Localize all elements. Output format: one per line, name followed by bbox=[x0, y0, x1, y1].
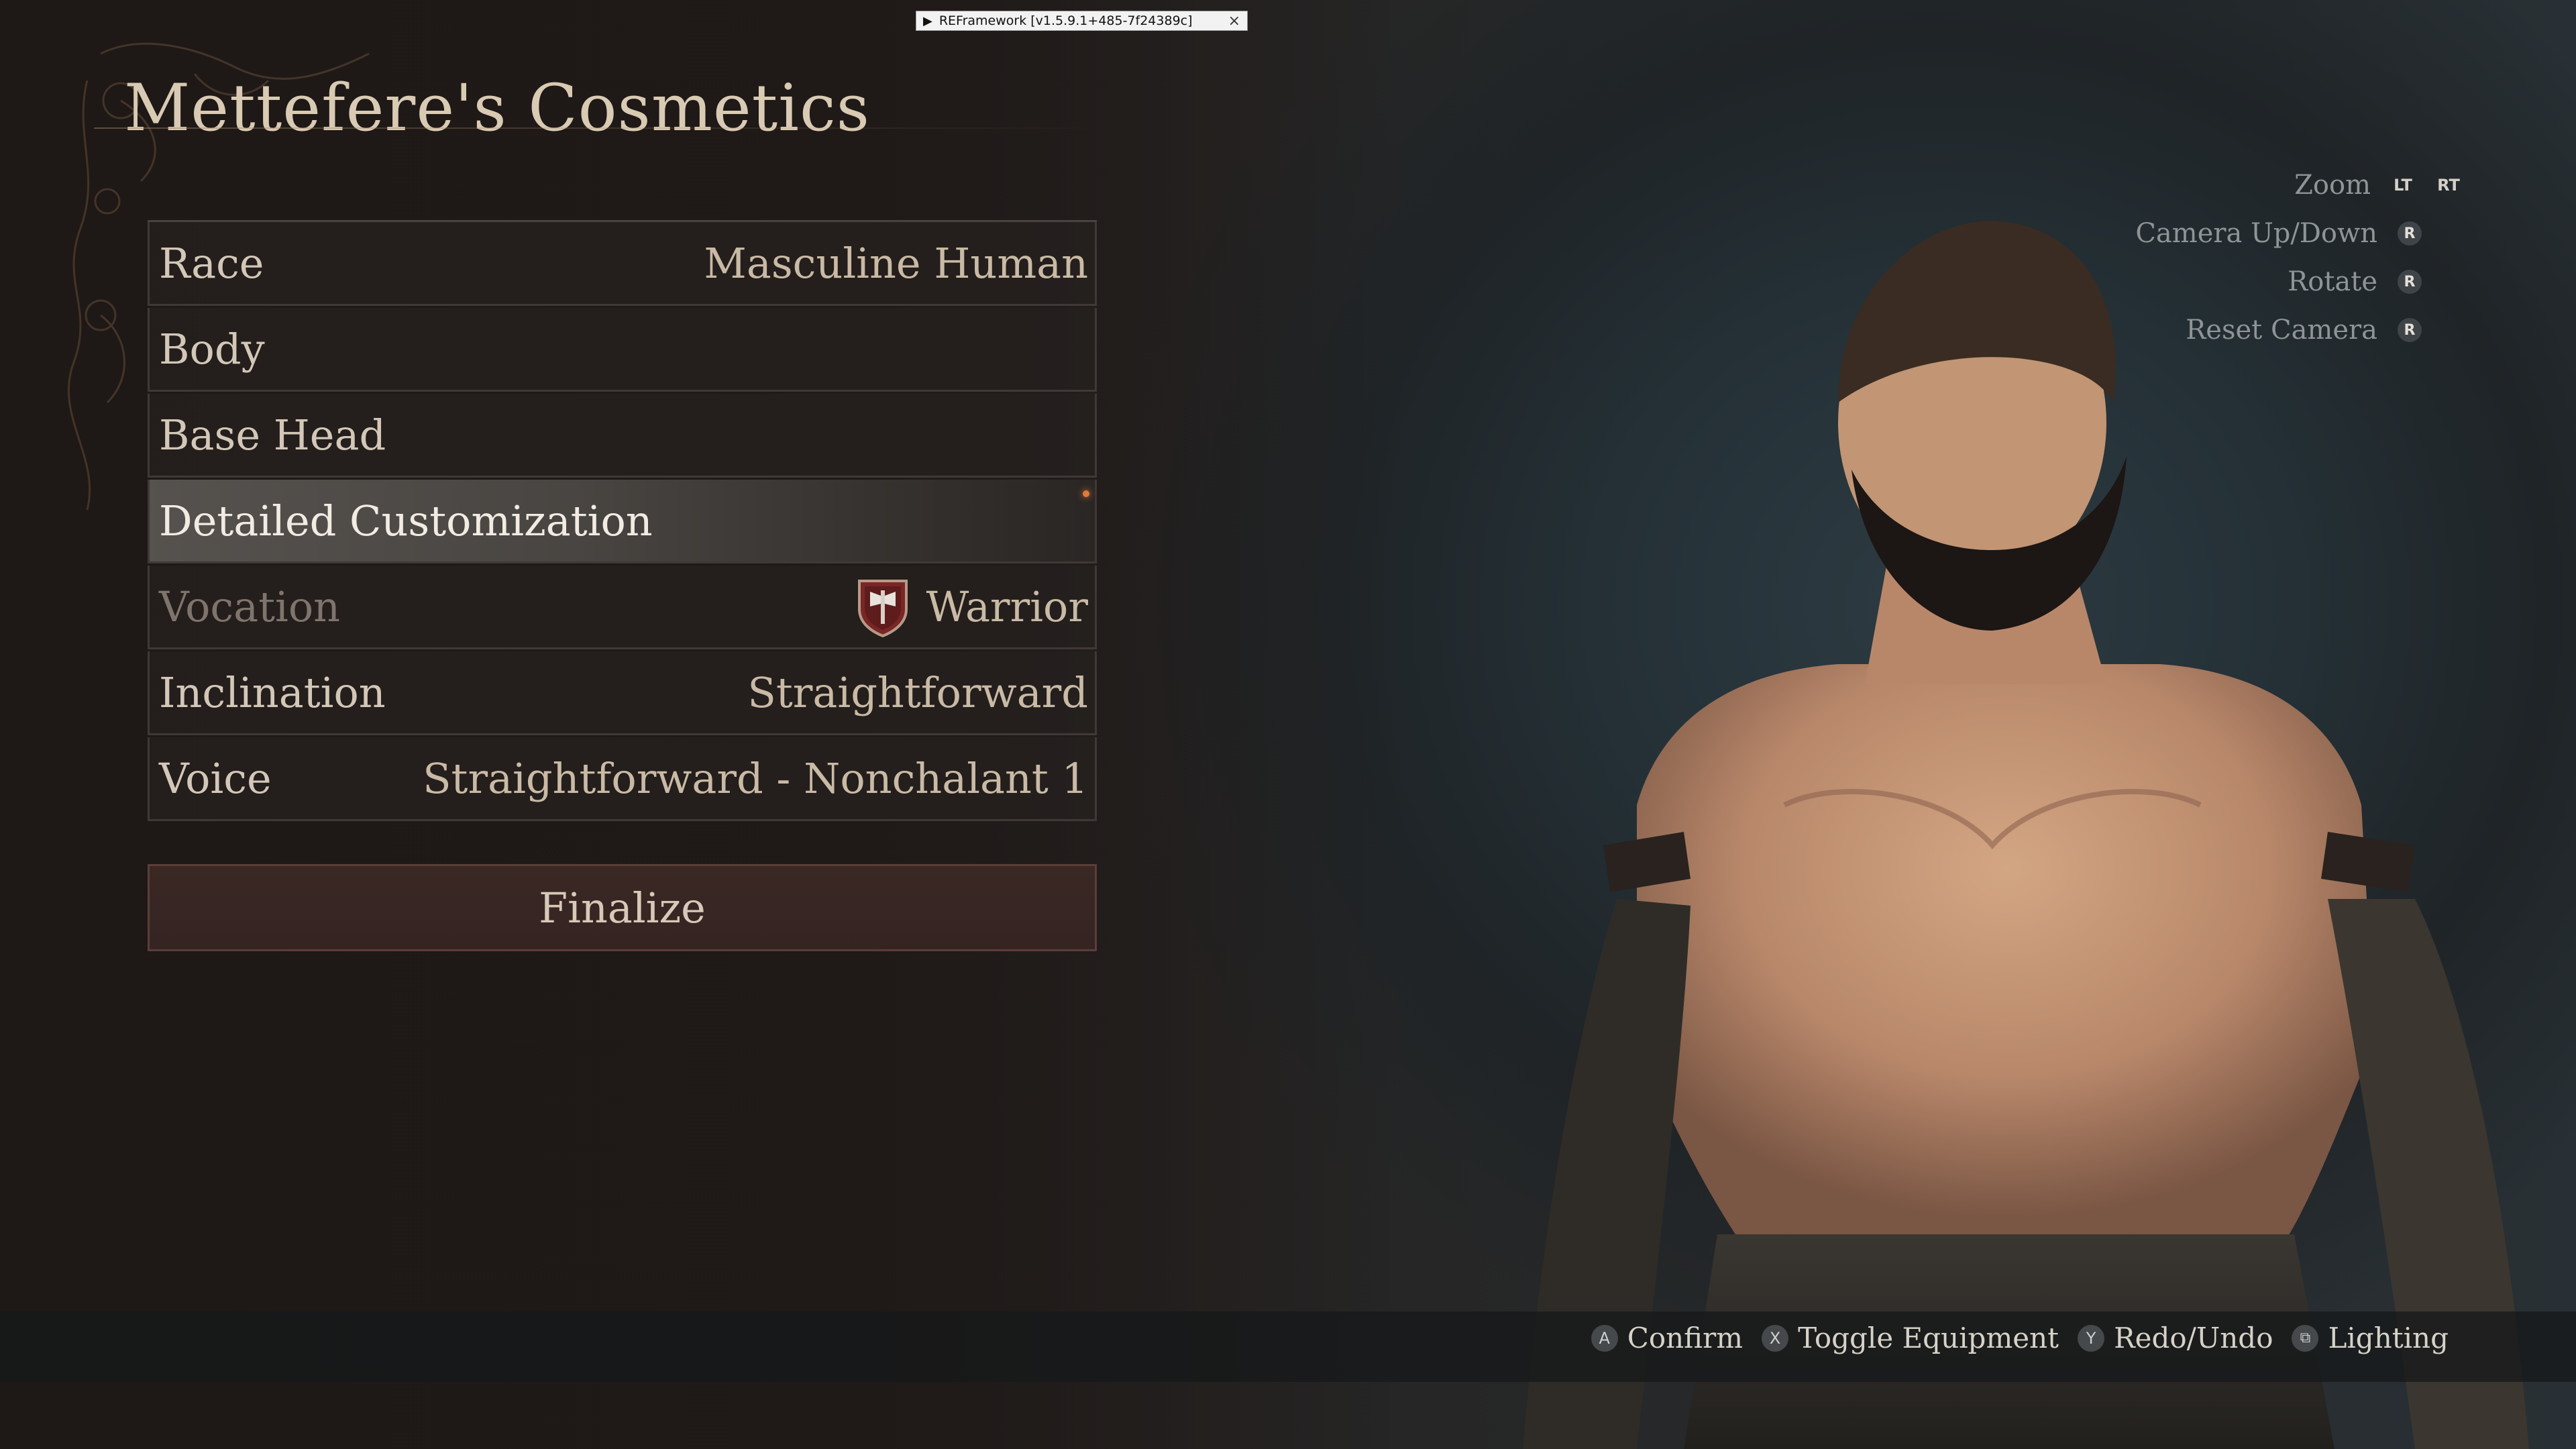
view-button-icon: ⧉ bbox=[2292, 1324, 2319, 1352]
hint-label: Lighting bbox=[2328, 1322, 2449, 1354]
expand-triangle-icon[interactable]: ▶ bbox=[923, 14, 932, 28]
menu-item-detailed-customization[interactable]: Detailed Customization bbox=[148, 480, 1097, 564]
menu-item-label: Race bbox=[159, 238, 264, 288]
close-icon[interactable]: × bbox=[1228, 13, 1240, 30]
vocation-value-group: Warrior bbox=[855, 576, 1088, 637]
hint-label: Redo/Undo bbox=[2114, 1322, 2273, 1354]
lt-button-icon: LT bbox=[2394, 176, 2412, 195]
hint-label: Toggle Equipment bbox=[1798, 1322, 2059, 1354]
character-model bbox=[1523, 221, 2529, 1449]
menu-item-value: Warrior bbox=[926, 582, 1088, 631]
hint-label: Confirm bbox=[1627, 1322, 1743, 1354]
menu-item-label: Vocation bbox=[159, 582, 341, 631]
menu-item-race[interactable]: Race Masculine Human bbox=[148, 222, 1097, 306]
menu-item-value: Straightforward - Nonchalant 1 bbox=[423, 753, 1088, 803]
menu-item-label: Base Head bbox=[159, 410, 386, 460]
menu-item-voice[interactable]: Voice Straightforward - Nonchalant 1 bbox=[148, 737, 1097, 821]
selection-spark-icon bbox=[1083, 490, 1089, 497]
warrior-emblem-icon bbox=[857, 580, 908, 637]
y-button-icon: Y bbox=[2078, 1324, 2105, 1352]
a-button-icon: A bbox=[1591, 1324, 1618, 1352]
confirm-hint[interactable]: A Confirm bbox=[1591, 1322, 1743, 1354]
reframework-label: REFramework [v1.5.9.1+485-7f24389c] bbox=[938, 13, 1193, 28]
menu-item-label: Voice bbox=[159, 753, 272, 803]
menu-item-label: Body bbox=[159, 324, 265, 374]
toggle-equipment-hint[interactable]: X Toggle Equipment bbox=[1762, 1322, 2059, 1354]
page-title: Mettefere's Cosmetics bbox=[124, 70, 870, 146]
button-hints: A Confirm X Toggle Equipment Y Redo/Undo… bbox=[1572, 1322, 2449, 1354]
finalize-button[interactable]: Finalize bbox=[148, 864, 1097, 951]
x-button-icon: X bbox=[1762, 1324, 1789, 1352]
menu-item-base-head[interactable]: Base Head bbox=[148, 394, 1097, 478]
menu-item-value: Masculine Human bbox=[704, 238, 1088, 288]
rt-button-icon: RT bbox=[2437, 176, 2460, 195]
menu-item-vocation[interactable]: Vocation Warrior bbox=[148, 566, 1097, 649]
title-divider bbox=[94, 127, 1114, 129]
lighting-hint[interactable]: ⧉ Lighting bbox=[2292, 1322, 2449, 1354]
menu-item-label: Detailed Customization bbox=[159, 496, 653, 545]
menu-item-value: Straightforward bbox=[747, 667, 1088, 717]
reframework-overlay-bar[interactable]: ▶ REFramework [v1.5.9.1+485-7f24389c] × bbox=[916, 11, 1248, 31]
cosmetics-menu: Race Masculine Human Body Base Head Deta… bbox=[148, 220, 1097, 821]
menu-item-label: Inclination bbox=[159, 667, 386, 717]
redo-undo-hint[interactable]: Y Redo/Undo bbox=[2078, 1322, 2273, 1354]
menu-item-inclination[interactable]: Inclination Straightforward bbox=[148, 651, 1097, 735]
control-label: Zoom bbox=[2294, 170, 2371, 201]
menu-item-body[interactable]: Body bbox=[148, 308, 1097, 392]
